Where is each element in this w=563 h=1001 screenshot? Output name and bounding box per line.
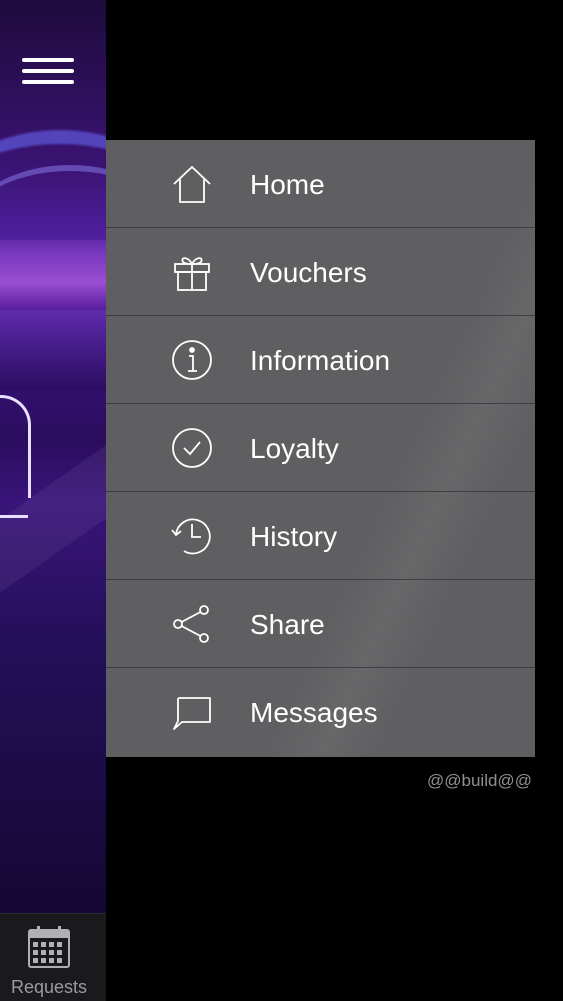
menu-item-information[interactable]: Information	[106, 316, 535, 404]
hamburger-menu-button[interactable]	[22, 58, 74, 86]
city-skyline-decoration	[0, 240, 106, 310]
menu-item-label: Share	[250, 609, 325, 640]
menu-item-label: History	[250, 521, 338, 552]
menu-item-label: Loyalty	[250, 433, 339, 464]
menu-item-label: Home	[250, 169, 325, 200]
logo-letter-fragment	[0, 395, 31, 498]
share-icon	[173, 605, 209, 643]
menu-item-home[interactable]: Home	[106, 140, 535, 228]
history-icon	[171, 518, 211, 555]
menu-item-label: Information	[250, 345, 391, 376]
menu-item-messages[interactable]: Messages	[106, 668, 535, 756]
calendar-icon	[28, 926, 70, 968]
build-label: @@build@@	[427, 771, 532, 790]
message-icon	[173, 697, 211, 730]
water-reflection-decoration	[0, 310, 106, 390]
side-menu: Home Vouchers Information Loyalty Histor…	[106, 140, 535, 757]
gift-icon	[174, 257, 210, 291]
menu-item-history[interactable]: History	[106, 492, 535, 580]
menu-item-loyalty[interactable]: Loyalty	[106, 404, 535, 492]
check-circle-icon	[172, 428, 212, 468]
menu-item-label: Vouchers	[250, 257, 367, 288]
background-image	[0, 0, 106, 913]
home-icon	[173, 165, 211, 203]
tab-requests-label: Requests	[10, 977, 88, 997]
info-icon	[172, 340, 212, 380]
menu-item-vouchers[interactable]: Vouchers	[106, 228, 535, 316]
logo-underline-fragment	[0, 515, 28, 518]
tab-requests[interactable]: Requests	[0, 913, 106, 1001]
menu-item-share[interactable]: Share	[106, 580, 535, 668]
menu-item-label: Messages	[250, 697, 378, 728]
